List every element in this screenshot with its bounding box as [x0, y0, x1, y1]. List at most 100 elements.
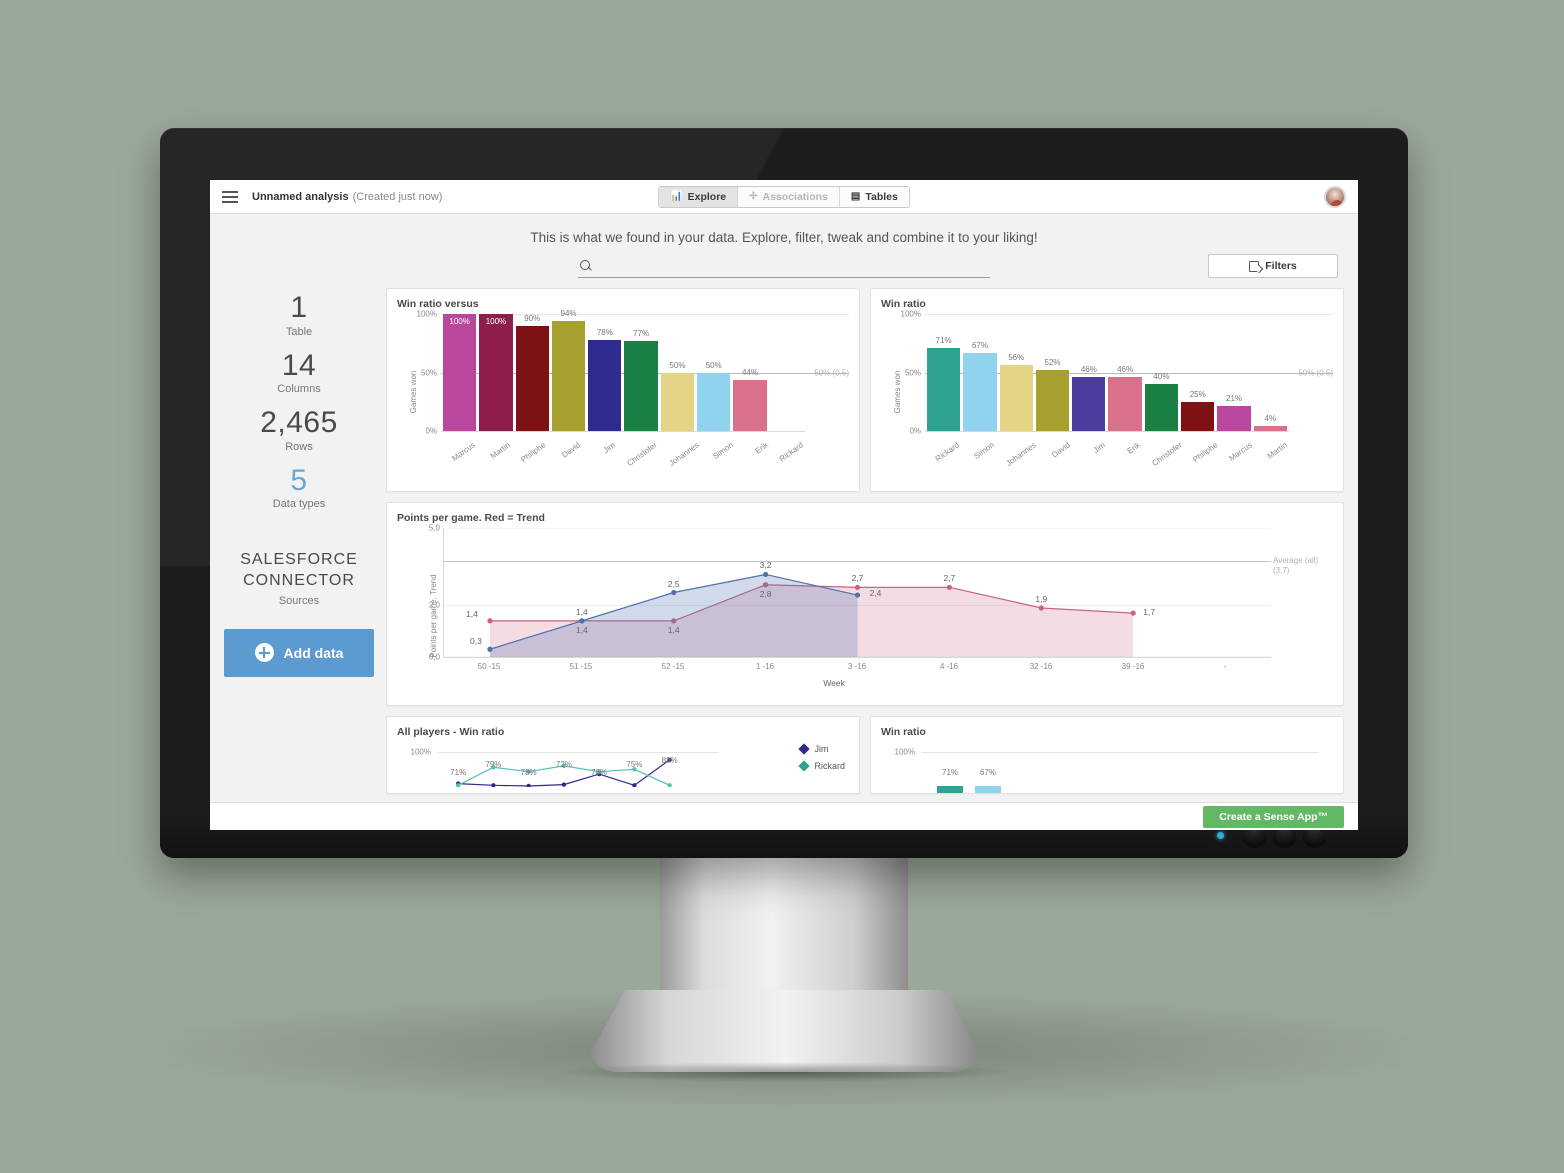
data-point[interactable] — [946, 584, 952, 590]
x-axis-labels: Marcus Martin Philiphe David Jim Christofer Jo… — [443, 438, 805, 468]
create-sense-app-button[interactable]: Create a Sense App™ — [1203, 805, 1344, 828]
bar[interactable]: 44% — [733, 368, 767, 431]
bar-item[interactable]: 67% — [963, 314, 997, 431]
data-point[interactable] — [667, 783, 672, 787]
legend-marker-icon — [798, 743, 811, 755]
search-icon — [580, 260, 592, 272]
bar[interactable]: 100% — [479, 314, 513, 431]
data-point-label: 79% — [485, 760, 502, 769]
tab-explore[interactable]: 📊 Explore — [659, 186, 739, 207]
plot-area: 0% 50% 100% 50% (0.5) 100% 100% 90% 94% 78% 77% 50… — [417, 309, 849, 436]
bar[interactable]: 21% — [1217, 394, 1251, 431]
plot-area: 0,0 2,0 5,0 Average (all) (3,7) 0,3 1,4 2,5 3,2 2… — [429, 524, 1318, 662]
filters-button[interactable]: Filters — [1208, 254, 1338, 278]
data-point[interactable] — [526, 783, 531, 787]
x-axis-tick-label: Martin — [1265, 440, 1290, 461]
bar[interactable]: 94% — [551, 309, 586, 431]
bar-item[interactable]: 71% — [927, 314, 961, 431]
data-point[interactable] — [763, 571, 769, 578]
plus-circle-icon — [254, 643, 274, 663]
bar[interactable]: 46% — [1072, 365, 1106, 431]
x-axis-tick-label: Martin — [488, 440, 512, 461]
tab-tables[interactable]: ▤ Tables — [839, 186, 909, 207]
data-point-label: 78% — [520, 768, 537, 777]
data-point[interactable] — [1038, 605, 1044, 611]
bar-value-label: 94% — [560, 309, 577, 319]
bar-value-label: 4% — [1264, 414, 1277, 424]
y-axis-tick: 100% — [410, 747, 431, 757]
sources-block: SALESFORCE CONNECTOR Sources — [224, 550, 374, 607]
bar[interactable]: 50% — [660, 361, 695, 431]
bar[interactable]: 78% — [588, 328, 622, 431]
average-reference-label: Average (all) (3,7) — [1273, 556, 1331, 576]
bar[interactable] — [937, 786, 963, 793]
bar-item[interactable]: 4% — [1253, 314, 1287, 431]
chart-card-win-ratio-bottom[interactable]: Win ratio 100% 71% 67% — [870, 716, 1344, 794]
chart-title: Win ratio — [881, 298, 926, 310]
x-axis-tick-label: 4 -16 — [939, 662, 959, 671]
bar-item[interactable]: 50% — [697, 314, 731, 431]
bar-item[interactable]: 78% — [588, 314, 622, 431]
chart-title: All players - Win ratio — [397, 726, 505, 738]
bar-item[interactable]: 40% — [1144, 314, 1179, 431]
bar-item[interactable]: 100% — [443, 314, 477, 431]
bar[interactable]: 71% — [927, 336, 961, 431]
bar[interactable]: 40% — [1144, 372, 1179, 431]
bar-item[interactable]: 46% — [1072, 314, 1106, 431]
search-row: Filters — [210, 254, 1358, 288]
bar-item[interactable]: 94% — [551, 309, 586, 431]
top-bar: Unnamed analysis (Created just now) 📊 Exp… — [210, 180, 1358, 214]
bar[interactable]: 100% — [443, 314, 477, 431]
bar[interactable]: 90% — [515, 314, 549, 431]
data-point[interactable] — [579, 618, 585, 624]
chart-card-win-ratio-versus[interactable]: Win ratio versus Games won 0% 50% 100% 50% … — [386, 288, 860, 492]
chart-card-points-per-game[interactable]: Points per game. Red = Trend Points per … — [386, 502, 1344, 706]
bar[interactable]: 67% — [963, 341, 997, 431]
add-data-button[interactable]: Add data — [224, 628, 374, 677]
data-point[interactable] — [487, 618, 493, 624]
bar-item[interactable]: 50% — [660, 314, 695, 431]
data-point[interactable] — [1130, 610, 1136, 616]
search-input[interactable] — [598, 260, 988, 272]
bar[interactable]: 50% — [697, 361, 731, 431]
bar[interactable]: 77% — [624, 329, 658, 431]
sidebar: 1 Table 14 Columns 2,465 Rows 5 Data typ… — [224, 288, 374, 793]
legend-item-jim[interactable]: Jim — [798, 743, 845, 755]
bar[interactable]: 52% — [1035, 358, 1070, 431]
chart-card-all-players-win-ratio[interactable]: All players - Win ratio Jim Rickard 100%… — [386, 716, 860, 794]
hamburger-icon[interactable] — [222, 190, 238, 203]
y-axis-tick: 100% — [894, 747, 915, 757]
bar[interactable]: 56% — [999, 353, 1033, 431]
legend-item-rickard[interactable]: Rickard — [798, 760, 845, 772]
bar-item[interactable] — [770, 314, 803, 431]
table-icon: ▤ — [850, 190, 861, 202]
bar[interactable] — [975, 786, 1001, 793]
x-axis-tick-label: Philiphe — [1190, 440, 1220, 465]
bar-item[interactable]: 56% — [999, 314, 1033, 431]
bar[interactable]: 4% — [1253, 414, 1287, 431]
bar[interactable]: 25% — [1181, 390, 1215, 431]
bar-item[interactable]: 77% — [624, 314, 658, 431]
data-point[interactable] — [854, 592, 861, 598]
data-point[interactable] — [854, 584, 861, 590]
data-point[interactable] — [561, 782, 567, 787]
data-point[interactable] — [487, 646, 493, 652]
bar-item[interactable]: 90% — [515, 314, 549, 431]
stat-data-types-label: Data types — [272, 498, 326, 510]
bar-value-label: 78% — [596, 327, 613, 337]
data-point[interactable] — [491, 783, 496, 787]
search-box[interactable] — [578, 257, 990, 278]
tab-associations[interactable]: ✢ Associations — [738, 186, 840, 207]
x-axis-tick-label: 50 -15 — [477, 662, 501, 671]
avatar[interactable] — [1324, 185, 1346, 208]
data-point[interactable] — [671, 589, 677, 596]
bar-item[interactable]: 25% — [1181, 314, 1215, 431]
chart-title: Win ratio versus — [397, 298, 479, 310]
bar-item[interactable]: 46% — [1108, 314, 1142, 431]
bar[interactable]: 46% — [1108, 365, 1142, 431]
chart-card-win-ratio[interactable]: Win ratio Games won 0% 50% 100% 50% (0.5) 71… — [870, 288, 1344, 492]
bar-item[interactable]: 100% — [479, 314, 513, 431]
bar-item[interactable]: 21% — [1217, 314, 1251, 431]
bar-item[interactable]: 44% — [733, 314, 767, 431]
bar-item[interactable]: 52% — [1035, 314, 1070, 431]
